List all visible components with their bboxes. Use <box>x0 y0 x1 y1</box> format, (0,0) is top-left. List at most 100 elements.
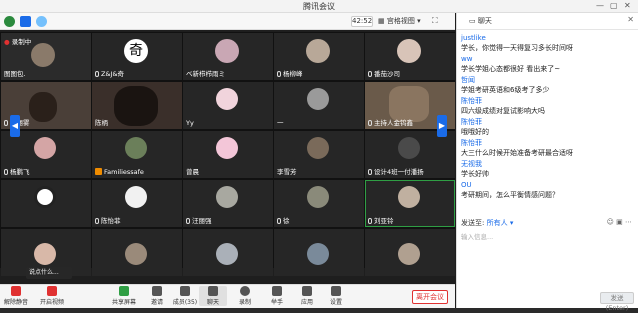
video-tile[interactable]: 陈柄 <box>92 82 182 129</box>
video-tile[interactable]: 奇 Z&J&奇 <box>92 33 182 80</box>
participant-name: 徐 <box>277 215 290 225</box>
video-tile[interactable]: 刘亚铃 <box>365 180 455 227</box>
share-screen-button[interactable]: 共享屏幕 <box>110 286 138 306</box>
emoji-icon[interactable]: ☺ <box>607 218 614 226</box>
camera-feed <box>29 92 57 122</box>
network-icon[interactable] <box>36 16 47 27</box>
participant-name-text: Familiessafe <box>104 168 144 176</box>
video-tile[interactable]: Yy <box>183 82 273 129</box>
chevron-left-icon: ◀ <box>11 121 19 130</box>
mic-icon <box>368 120 372 126</box>
video-tile[interactable]: 番茄沙司 <box>365 33 455 80</box>
video-tile[interactable]: 李雪芳 <box>274 131 364 178</box>
raise-hand-button[interactable]: 举手 <box>263 286 291 306</box>
grid-view-icon: ▦ <box>378 17 387 25</box>
chat-button[interactable]: 聊天 <box>199 286 227 306</box>
avatar <box>398 186 420 208</box>
avatar <box>398 137 420 159</box>
recording-indicator: ● 录制中 <box>4 38 32 46</box>
video-tile[interactable]: Familiessafe <box>92 131 182 178</box>
fullscreen-icon[interactable]: ⛶ <box>432 16 438 26</box>
title-bar: 腾讯会议 — ▢ ✕ <box>0 0 638 13</box>
members-label: 成员(35) <box>172 299 198 306</box>
invite-icon <box>152 286 162 296</box>
message-sender: 无视我 <box>461 160 482 168</box>
video-grid: ● 录制中 图图包. 奇 Z&J&奇 ベ新栉栉雨ミ 杨柳峰 番茄沙司 张丽雾 陈… <box>0 32 455 279</box>
video-tile[interactable] <box>1 180 91 227</box>
video-tile[interactable]: 汪丽强 <box>183 180 273 227</box>
participant-name: 汪丽强 <box>186 215 212 225</box>
hand-icon <box>272 286 282 296</box>
next-page-button[interactable]: ▶ <box>437 115 447 137</box>
recording-label: 录制中 <box>11 38 32 46</box>
message-sender: 陈怡菲 <box>461 97 482 105</box>
chat-message: 陈怡菲 哦哦好的 <box>461 117 633 137</box>
shield-icon[interactable] <box>20 16 31 27</box>
video-tile[interactable]: 徐 <box>274 180 364 227</box>
video-tile[interactable] <box>183 229 273 276</box>
send-to-row: 发送至: 所有人 ▾ <box>461 218 513 228</box>
settings-label: 设置 <box>329 299 342 306</box>
avatar <box>397 39 421 63</box>
participant-name: 番茄沙司 <box>368 68 400 78</box>
video-tile[interactable]: 陈怡菲 <box>92 180 182 227</box>
close-icon[interactable]: ✕ <box>627 15 634 24</box>
leave-meeting-button[interactable]: 离开会议 <box>412 290 448 304</box>
avatar <box>34 243 56 265</box>
video-tile[interactable] <box>92 229 182 276</box>
prev-page-button[interactable]: ◀ <box>10 115 20 137</box>
video-tile[interactable]: ● 录制中 图图包. <box>1 33 91 80</box>
maximize-button[interactable]: ▢ <box>610 1 618 10</box>
mic-icon <box>95 71 99 77</box>
video-tile[interactable]: ベ新栉栉雨ミ <box>183 33 273 80</box>
video-tile[interactable]: 杨柳峰 <box>274 33 364 80</box>
send-to-select[interactable]: 所有人 ▾ <box>487 219 514 227</box>
meeting-toolbar: 42:52 ▦ 宫格视图 ▾ ⛶ <box>0 13 455 30</box>
chat-message: OU 考研期间，怎么平衡情感问题？ <box>461 180 633 200</box>
unmute-button[interactable]: 解除静音 <box>2 286 30 306</box>
apps-icon <box>302 286 312 296</box>
avatar <box>398 243 420 265</box>
participant-name-text: 番茄沙司 <box>374 70 400 78</box>
video-tile[interactable]: 杨鹏飞 <box>1 131 91 178</box>
meeting-info-icon[interactable] <box>4 16 15 27</box>
view-selector[interactable]: ▦ 宫格视图 ▾ <box>378 16 421 26</box>
unmute-label: 解除静音 <box>3 299 28 306</box>
avatar <box>31 43 55 67</box>
message-sender: 哲闻 <box>461 76 475 84</box>
chat-input[interactable]: 输入信息... <box>461 231 493 241</box>
participant-name: Yy <box>186 119 194 127</box>
participant-name: 陈怡菲 <box>95 215 121 225</box>
start-video-button[interactable]: 开启视频 <box>38 286 66 306</box>
more-icon[interactable]: ⋯ <box>625 218 632 226</box>
avatar <box>307 243 329 265</box>
avatar <box>216 137 238 159</box>
message-text: 大三什么时候开始准备考研最合适呀 <box>461 149 573 157</box>
members-button[interactable]: 成员(35) <box>171 286 199 306</box>
minimize-button[interactable]: — <box>596 1 604 10</box>
invite-button[interactable]: 邀请 <box>143 286 171 306</box>
message-text: 学长，你觉得一天得复习多长时间呀 <box>461 44 573 52</box>
video-tile[interactable]: 一 <box>274 82 364 129</box>
send-button[interactable]: 发送(Enter) <box>600 292 634 312</box>
avatar <box>216 243 238 265</box>
chat-icon <box>208 286 218 296</box>
video-tile[interactable] <box>274 229 364 276</box>
meeting-window: 腾讯会议 — ▢ ✕ 42:52 ▦ 宫格视图 ▾ ⛶ ● 录制中 图图包. 奇… <box>0 0 638 312</box>
chat-tools: ☺ ▣ ⋯ <box>607 218 632 226</box>
chat-icon: ▭ <box>469 17 478 25</box>
image-icon[interactable]: ▣ <box>616 218 623 226</box>
chat-title-text: 聊天 <box>477 17 492 25</box>
video-tile[interactable] <box>365 229 455 276</box>
chat-bubble-tooltip[interactable]: 说点什么... <box>26 267 72 279</box>
close-button[interactable]: ✕ <box>624 1 631 10</box>
video-tile[interactable]: 曾晨 <box>183 131 273 178</box>
record-button[interactable]: 录制 <box>231 286 259 306</box>
mic-off-icon <box>11 286 21 296</box>
camera-feed <box>114 86 158 126</box>
video-tile[interactable]: 设计4班一付潘扬 <box>365 131 455 178</box>
mic-icon <box>4 169 8 175</box>
settings-button[interactable]: 设置 <box>322 286 350 306</box>
message-sender: ww <box>461 55 473 63</box>
apps-button[interactable]: 应用 <box>293 286 321 306</box>
